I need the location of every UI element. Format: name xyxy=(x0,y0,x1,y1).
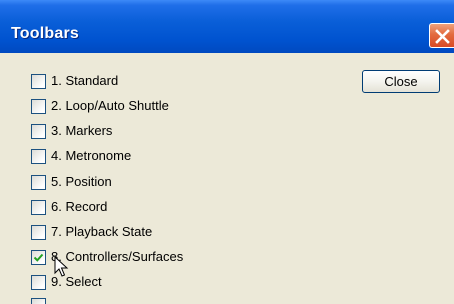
toolbar-checkbox[interactable] xyxy=(31,275,46,290)
mouse-pointer-icon xyxy=(54,256,69,277)
toolbar-checkbox[interactable] xyxy=(31,225,46,240)
toolbar-checkbox[interactable] xyxy=(31,74,46,89)
title-bar[interactable]: Toolbars xyxy=(0,0,454,53)
toolbar-checkbox[interactable] xyxy=(31,250,46,265)
toolbar-item-label: 1. Standard xyxy=(51,73,119,88)
close-icon xyxy=(435,29,450,44)
toolbar-item-label: 8. Controllers/Surfaces xyxy=(51,249,184,264)
toolbar-item-label: 5. Position xyxy=(51,174,112,189)
dialog-body: 1. Standard 2. Loop/Auto Shuttle 3. Mark… xyxy=(0,53,454,304)
toolbar-checkbox[interactable] xyxy=(31,200,46,215)
toolbar-item-controllers-surfaces[interactable]: 8. Controllers/Surfaces xyxy=(31,249,331,267)
toolbar-item-partial[interactable] xyxy=(31,297,331,304)
toolbar-item-standard[interactable]: 1. Standard xyxy=(31,73,331,91)
toolbar-item-label: 3. Markers xyxy=(51,123,113,138)
toolbar-item-position[interactable]: 5. Position xyxy=(31,174,331,192)
dialog-title: Toolbars xyxy=(11,25,79,42)
toolbars-dialog: Toolbars 1. Standard 2. Loop/Auto Shuttl… xyxy=(0,0,454,304)
toolbar-item-label: 6. Record xyxy=(51,199,108,214)
window-close-button[interactable] xyxy=(429,23,454,48)
toolbar-item-loop-auto-shuttle[interactable]: 2. Loop/Auto Shuttle xyxy=(31,98,331,116)
toolbar-checkbox[interactable] xyxy=(31,298,46,304)
toolbar-item-metronome[interactable]: 4. Metronome xyxy=(31,148,331,166)
toolbar-item-label: 4. Metronome xyxy=(51,148,132,163)
toolbar-checkbox[interactable] xyxy=(31,149,46,164)
toolbar-checkbox[interactable] xyxy=(31,124,46,139)
toolbar-checkbox[interactable] xyxy=(31,175,46,190)
toolbar-item-playback-state[interactable]: 7. Playback State xyxy=(31,224,331,242)
checkmark-icon xyxy=(33,253,44,262)
toolbar-item-select[interactable]: 9. Select xyxy=(31,274,331,292)
toolbar-item-markers[interactable]: 3. Markers xyxy=(31,123,331,141)
toolbar-item-label: 7. Playback State xyxy=(51,224,153,239)
toolbar-item-record[interactable]: 6. Record xyxy=(31,199,331,217)
toolbar-item-label: 2. Loop/Auto Shuttle xyxy=(51,98,169,113)
close-button[interactable]: Close xyxy=(362,70,440,93)
toolbar-checkbox[interactable] xyxy=(31,99,46,114)
